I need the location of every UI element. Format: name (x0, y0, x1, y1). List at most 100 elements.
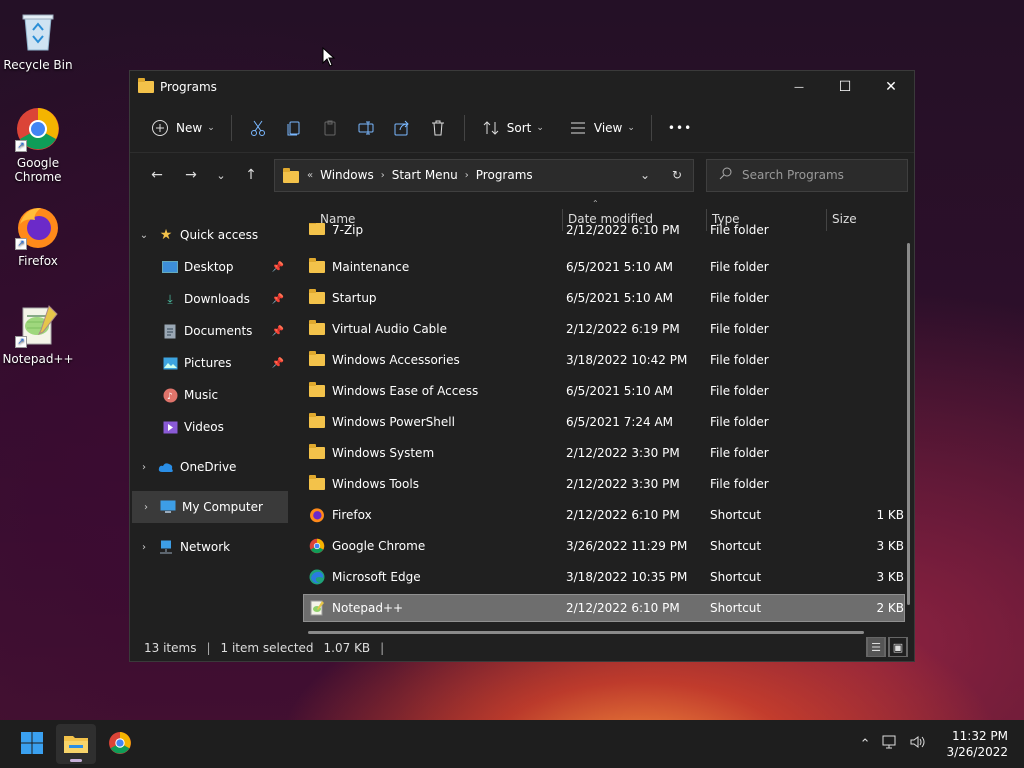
table-row[interactable]: Firefox 2/12/2022 6:10 PM Shortcut 1 KB (304, 502, 904, 528)
file-name: Windows Tools (332, 477, 419, 491)
taskbar-file-explorer[interactable] (56, 724, 96, 764)
share-icon (392, 118, 412, 138)
new-button[interactable]: New ⌄ (142, 111, 223, 145)
volume-icon[interactable] (910, 735, 926, 753)
taskbar-chrome[interactable] (100, 724, 140, 764)
vertical-scrollbar[interactable] (907, 243, 910, 605)
copy-button[interactable] (276, 111, 312, 145)
table-row[interactable]: Maintenance 6/5/2021 5:10 AM File folder (304, 254, 904, 280)
file-name: Windows Ease of Access (332, 384, 479, 398)
start-button[interactable] (12, 724, 52, 764)
desktop-icon-notepadpp[interactable]: ↗ Notepad++ (2, 302, 74, 366)
chevron-right-icon[interactable]: › (130, 462, 158, 473)
file-type: Shortcut (710, 601, 762, 615)
sidebar-item-documents[interactable]: Documents 📌 (130, 315, 290, 347)
pin-icon: 📌 (271, 293, 284, 305)
folder-icon (308, 413, 326, 430)
title-bar[interactable]: Programs — ☐ ✕ (130, 71, 914, 103)
view-button[interactable]: View ⌄ (560, 111, 643, 145)
sidebar-item-pictures[interactable]: Pictures 📌 (130, 347, 290, 379)
table-row[interactable]: Windows System 2/12/2022 3:30 PM File fold… (304, 440, 904, 466)
address-bar[interactable]: « Windows › Start Menu › Programs ⌄ ↻ (274, 158, 694, 192)
rename-button[interactable] (348, 111, 384, 145)
clock-time: 11:32 PM (952, 729, 1008, 743)
minimize-icon: — (794, 81, 804, 93)
chevron-right-icon[interactable]: › (132, 502, 160, 513)
sidebar-item-desktop[interactable]: Desktop 📌 (130, 251, 290, 283)
chevron-down-icon: ⌄ (207, 122, 215, 133)
search-input[interactable]: Search Programs (742, 168, 844, 182)
chrome-icon (308, 538, 326, 554)
chevron-up-icon[interactable]: ⌃ (860, 737, 871, 752)
chevron-down-icon: ⌄ (639, 168, 651, 182)
cut-button[interactable] (240, 111, 276, 145)
minimize-button[interactable]: — (776, 72, 822, 102)
desktop-icon-chrome[interactable]: ↗ Google Chrome (2, 106, 74, 184)
status-divider: | (380, 640, 385, 655)
toolbar-divider (463, 114, 465, 141)
details-view-button[interactable]: ☰ (866, 637, 886, 657)
close-button[interactable]: ✕ (868, 72, 914, 102)
paste-button[interactable] (312, 111, 348, 145)
file-name: Notepad++ (332, 601, 404, 615)
notepadpp-icon: ↗ (15, 302, 61, 348)
star-icon: ★ (159, 227, 173, 243)
sidebar-item-label: Quick access (180, 228, 259, 242)
desktop-icon-firefox[interactable]: ↗ Firefox (2, 204, 74, 268)
back-button[interactable]: ← (140, 161, 174, 189)
recent-locations-button[interactable]: ⌄ (208, 161, 234, 189)
breadcrumb-windows[interactable]: Windows (320, 168, 374, 182)
table-row[interactable]: Microsoft Edge 3/18/2022 10:35 PM Shortcut… (304, 564, 904, 590)
desktop-icon (162, 259, 178, 275)
folder-icon (283, 167, 299, 183)
chevron-right-icon[interactable]: › (130, 542, 158, 553)
sidebar-item-network[interactable]: › Network (130, 531, 290, 563)
up-button[interactable]: ↑ (234, 161, 268, 189)
maximize-button[interactable]: ☐ (822, 72, 868, 102)
table-row[interactable]: Windows PowerShell 6/5/2021 7:24 AM File f… (304, 409, 904, 435)
table-row[interactable]: Windows Tools 2/12/2022 3:30 PM File folde… (304, 471, 904, 497)
share-button[interactable] (384, 111, 420, 145)
large-icons-view-button[interactable]: ▣ (888, 637, 908, 657)
file-size: 1 KB (876, 508, 904, 522)
sidebar-item-videos[interactable]: Videos (130, 411, 290, 443)
table-row[interactable]: Google Chrome 3/26/2022 11:29 PM Shortcut 3… (304, 533, 904, 559)
folder-icon (308, 289, 326, 306)
table-row[interactable]: 7-Zip 2/12/2022 6:10 PM File folder (304, 223, 904, 237)
cloud-icon (158, 459, 174, 475)
file-date: 2/12/2022 6:10 PM (566, 508, 680, 522)
refresh-button[interactable]: ↻ (661, 168, 693, 182)
sidebar-item-label: Desktop (184, 260, 234, 274)
chevron-down-icon[interactable]: ⌄ (130, 230, 158, 241)
sort-button[interactable]: Sort ⌄ (473, 111, 552, 145)
navigation-pane: ⌄ ★ Quick access Desktop 📌 ⤓ Downloads 📌… (130, 199, 290, 634)
search-box[interactable]: Search Programs (706, 158, 908, 192)
trash-icon (428, 118, 448, 138)
table-row[interactable]: Virtual Audio Cable 2/12/2022 6:19 PM File… (304, 316, 904, 342)
table-row[interactable]: Windows Ease of Access 6/5/2021 5:10 AM Fi… (304, 378, 904, 404)
pin-icon: 📌 (271, 325, 284, 337)
forward-button[interactable]: → (174, 161, 208, 189)
delete-button[interactable] (420, 111, 456, 145)
toolbar-divider (230, 114, 232, 141)
clock[interactable]: 11:32 PM 3/26/2022 (946, 728, 1008, 760)
table-row[interactable]: Notepad++ 2/12/2022 6:10 PM Shortcut 2 KB (303, 594, 905, 622)
table-row[interactable]: Windows Accessories 3/18/2022 10:42 PM Fil… (304, 347, 904, 373)
folder-icon (308, 475, 326, 492)
sidebar-item-my-computer[interactable]: › My Computer (132, 491, 288, 523)
sidebar-item-quick-access[interactable]: ⌄ ★ Quick access (130, 219, 290, 251)
sidebar-item-onedrive[interactable]: › OneDrive (130, 451, 290, 483)
address-dropdown-button[interactable]: ⌄ (629, 168, 661, 182)
breadcrumb-start-menu[interactable]: Start Menu (392, 168, 458, 182)
new-label: New (176, 120, 203, 135)
sidebar-item-downloads[interactable]: ⤓ Downloads 📌 (130, 283, 290, 315)
sidebar-item-music[interactable]: ♪ Music (130, 379, 290, 411)
more-options-button[interactable]: ••• (660, 111, 700, 145)
file-type: File folder (710, 353, 769, 367)
breadcrumb-programs[interactable]: Programs (476, 168, 533, 182)
selection-size: 1.07 KB (323, 640, 371, 655)
taskbar: ⌃ 11:32 PM 3/26/2022 (0, 720, 1024, 768)
desktop-icon-recycle-bin[interactable]: Recycle Bin (2, 8, 74, 72)
table-row[interactable]: Startup 6/5/2021 5:10 AM File folder (304, 285, 904, 311)
network-status-icon[interactable] (882, 735, 898, 753)
